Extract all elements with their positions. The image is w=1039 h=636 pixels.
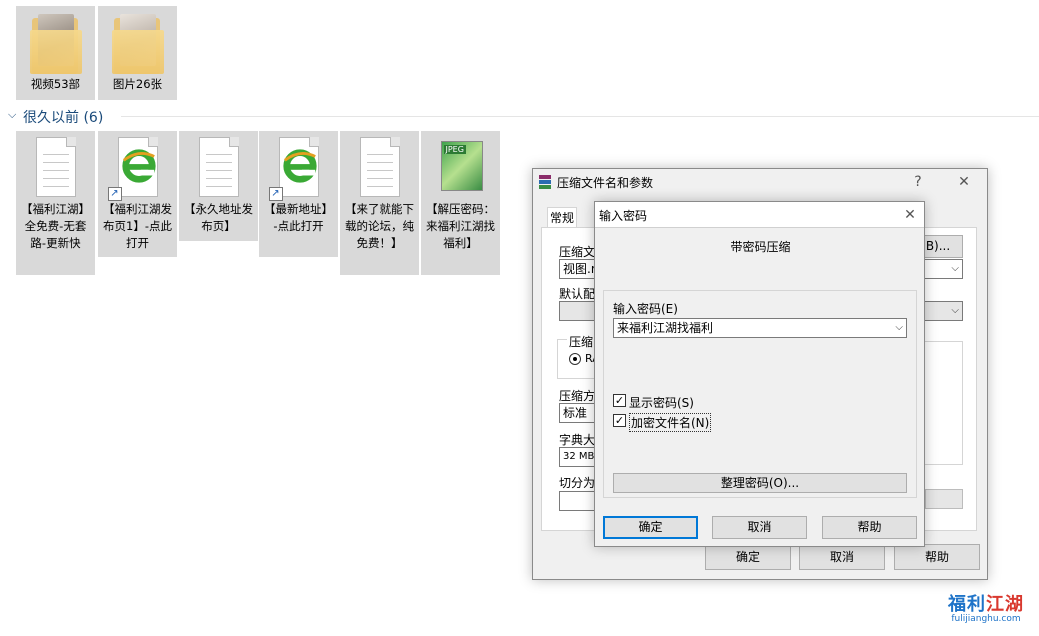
ok-button[interactable]: 确定: [603, 516, 698, 539]
password-dialog: 输入密码 ✕ 带密码压缩 输入密码(E) 来福利江湖找福利 ⌵ ✓ 显示密码(S)…: [594, 201, 925, 547]
file-label: 【解压密码：来福利江湖找福利】: [426, 202, 495, 250]
dialog-heading: 带密码压缩: [730, 240, 791, 254]
file-label: 【永久地址发布页】: [184, 202, 253, 233]
group-header-long-ago[interactable]: ⌵ 很久以前 (6): [6, 106, 1039, 126]
method-select[interactable]: 标准: [559, 403, 599, 423]
title-bar: 输入密码 ✕: [595, 202, 924, 228]
file-tile[interactable]: JPEG 【解压密码：来福利江湖找福利】: [421, 131, 500, 275]
encrypt-names-label: 加密文件名(N): [629, 413, 712, 432]
file-tile[interactable]: 【永久地址发布页】: [179, 131, 258, 241]
close-icon[interactable]: ✕: [951, 171, 977, 193]
watermark-logo: 福利江湖 fulijianghu.com: [948, 594, 1024, 624]
encrypt-names-checkbox[interactable]: ✓: [613, 414, 626, 427]
dialog-title: 输入密码: [599, 209, 648, 223]
text-document-icon: [354, 137, 406, 199]
file-label: 【福利江湖发布页1】-点此打开: [103, 202, 172, 250]
split-field[interactable]: [559, 491, 599, 511]
disabled-field: [925, 489, 963, 509]
password-label: 输入密码(E): [613, 302, 678, 316]
ok-button[interactable]: 确定: [705, 544, 791, 570]
dictionary-select[interactable]: 32 MB: [559, 447, 599, 467]
show-password-label: 显示密码(S): [629, 396, 694, 410]
ie-shortcut-icon: ↗: [107, 137, 164, 201]
file-tile[interactable]: 【福利江湖】全免费-无套路-更新快: [16, 131, 95, 275]
ie-shortcut-icon: ↗: [268, 137, 325, 201]
help-icon[interactable]: ?: [905, 171, 931, 193]
file-label: 【福利江湖】全免费-无套路-更新快: [21, 202, 90, 250]
organize-passwords-button[interactable]: 整理密码(O)...: [613, 473, 907, 493]
jpeg-image-icon: JPEG: [435, 137, 487, 199]
group-title: 很久以前 (6): [23, 110, 104, 126]
password-input[interactable]: 来福利江湖找福利 ⌵: [613, 318, 907, 338]
chevron-down-icon: ⌵: [8, 108, 17, 121]
file-label: 【来了就能下载的论坛，纯免费！】: [345, 202, 414, 250]
folder-icon: [29, 12, 82, 74]
folder-icon: [111, 12, 164, 74]
chevron-down-icon: ⌵: [895, 322, 903, 333]
folder-label: 图片26张: [112, 77, 163, 91]
winrar-icon: [539, 175, 551, 189]
cancel-button[interactable]: 取消: [799, 544, 885, 570]
format-label: 压缩: [567, 333, 596, 350]
dictionary-label: 字典大: [559, 433, 596, 447]
split-label: 切分为: [559, 476, 596, 490]
dialog-title: 压缩文件名和参数: [557, 176, 654, 190]
title-bar: 压缩文件名和参数 ? ✕: [533, 169, 987, 195]
file-tile[interactable]: ↗ 【福利江湖发布页1】-点此打开: [98, 131, 177, 257]
help-button[interactable]: 帮助: [822, 516, 917, 539]
show-password-checkbox[interactable]: ✓: [613, 394, 626, 407]
default-profile-label: 默认配: [559, 287, 596, 301]
group-divider: [121, 116, 1039, 117]
close-icon[interactable]: ✕: [897, 204, 923, 226]
folder-tile-videos[interactable]: 视频53部: [16, 6, 95, 100]
tab-general[interactable]: 常规: [547, 207, 578, 227]
archive-name-label: 压缩文: [559, 245, 596, 259]
method-label: 压缩方: [559, 389, 596, 403]
chevron-down-icon: ⌵: [951, 263, 959, 274]
folder-label: 视频53部: [30, 77, 81, 91]
file-tile[interactable]: 【来了就能下载的论坛，纯免费！】: [340, 131, 419, 275]
cancel-button[interactable]: 取消: [712, 516, 807, 539]
help-button[interactable]: 帮助: [894, 544, 980, 570]
chevron-down-icon: ⌵: [951, 305, 959, 316]
file-label: 【最新地址】-点此打开: [264, 202, 333, 233]
folder-tile-images[interactable]: 图片26张: [98, 6, 177, 100]
text-document-icon: [193, 137, 245, 199]
text-document-icon: [30, 137, 82, 199]
file-tile[interactable]: ↗ 【最新地址】-点此打开: [259, 131, 338, 257]
rar-radio[interactable]: [569, 353, 581, 365]
